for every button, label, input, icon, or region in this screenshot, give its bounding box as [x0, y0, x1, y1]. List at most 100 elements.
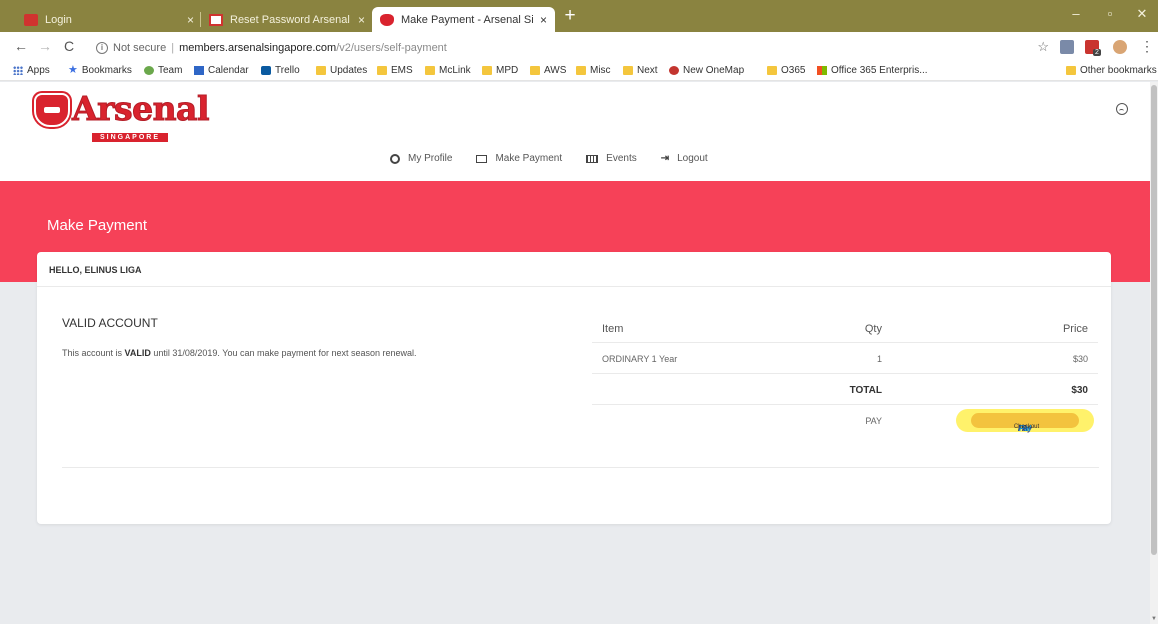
column-header-price: Price — [1062, 323, 1088, 335]
nav-label: Events — [606, 153, 637, 164]
extension-badge: 2 — [1093, 49, 1101, 56]
card-header: HELLO, ELINUS LIGA — [37, 252, 1111, 287]
paypal-checkout-button[interactable]: P Pay Pal Checkout — [971, 413, 1079, 433]
profile-avatar-icon[interactable] — [1113, 40, 1127, 54]
bookmark-label: Updates — [330, 65, 368, 76]
back-button[interactable]: ← — [13, 38, 29, 54]
table-header: Item Qty Price — [592, 314, 1098, 343]
pdf-extension-icon[interactable] — [1060, 40, 1074, 54]
bookmark-office-365[interactable]: Office 365 Enterpris... — [817, 65, 928, 76]
site-header: Arsenal SINGAPORE My Profile Make Paymen… — [0, 82, 1150, 181]
bookmark-misc[interactable]: Misc — [576, 65, 611, 76]
nav-logout[interactable]: ⇥ Logout — [661, 153, 708, 164]
total-label: TOTAL — [849, 385, 882, 396]
folder-icon — [425, 66, 435, 75]
account-text-before: This account is — [62, 348, 125, 358]
account-text-after: until 31/08/2019. You can make payment f… — [150, 348, 417, 358]
bookmark-bookmarks[interactable]: ★ Bookmarks — [68, 65, 132, 77]
bookmark-label: Apps — [27, 65, 50, 76]
column-header-qty: Qty — [864, 323, 882, 335]
order-table: Item Qty Price ORDINARY 1 Year 1 $30 TOT… — [592, 314, 1098, 436]
user-account-icon[interactable] — [1116, 103, 1128, 115]
total-value: $30 — [1071, 385, 1088, 396]
paypal-highlight: P Pay Pal Checkout — [956, 409, 1094, 433]
team-icon — [144, 66, 154, 75]
bookmark-o365[interactable]: O365 — [767, 65, 805, 76]
bookmark-label: Trello — [275, 65, 300, 76]
security-label: Not secure — [113, 41, 167, 54]
minimize-button[interactable]: – — [1061, 6, 1091, 21]
web-page: Arsenal SINGAPORE My Profile Make Paymen… — [0, 82, 1150, 624]
folder-icon — [530, 66, 540, 75]
browser-menu-icon[interactable]: ⋮ — [1140, 38, 1154, 55]
tab-title: Login — [45, 13, 72, 26]
nav-my-profile[interactable]: My Profile — [390, 153, 452, 164]
bookmark-next[interactable]: Next — [623, 65, 658, 76]
scrollbar-thumb[interactable] — [1151, 85, 1157, 555]
tab-login[interactable]: Login × — [16, 7, 202, 32]
payment-card: HELLO, ELINUS LIGA VALID ACCOUNT This ac… — [37, 252, 1111, 524]
arsenal-logo[interactable]: Arsenal SINGAPORE — [34, 89, 210, 149]
close-icon[interactable]: × — [187, 13, 194, 27]
bookmark-trello[interactable]: Trello — [261, 65, 300, 76]
arsenal-favicon-icon — [380, 13, 394, 26]
bookmark-other[interactable]: Other bookmarks — [1066, 65, 1157, 76]
tab-reset-password[interactable]: Reset Password Arsenal Singapo × — [201, 7, 373, 32]
bookmark-new-onemap[interactable]: New OneMap — [669, 65, 744, 76]
bookmark-label: New OneMap — [683, 65, 745, 76]
bookmark-ems[interactable]: EMS — [377, 65, 413, 76]
bookmark-mpd[interactable]: MPD — [482, 65, 518, 76]
bookmark-label: McLink — [439, 65, 471, 76]
close-icon[interactable]: × — [358, 13, 365, 27]
maximize-button[interactable]: ▫ — [1095, 6, 1125, 21]
logout-icon: ⇥ — [660, 153, 670, 164]
calendar-grid-icon — [586, 154, 599, 163]
bookmark-star-icon[interactable]: ☆ — [1037, 39, 1049, 55]
bookmark-calendar[interactable]: Calendar — [194, 65, 249, 76]
id-card-icon — [476, 154, 488, 163]
main-nav: My Profile Make Payment Events ⇥ Logout — [390, 153, 732, 164]
arsenal-crest-icon — [34, 93, 70, 127]
order-price: $30 — [1072, 354, 1088, 364]
info-icon[interactable]: i — [96, 41, 108, 54]
nav-events[interactable]: Events — [586, 153, 637, 164]
close-icon[interactable]: × — [540, 13, 547, 27]
bookmark-label: MPD — [496, 65, 519, 76]
bookmark-label: Next — [637, 65, 658, 76]
trello-icon — [261, 66, 271, 75]
bookmark-label: EMS — [391, 65, 413, 76]
nav-label: Logout — [677, 153, 708, 164]
tab-title: Reset Password Arsenal Singapo — [230, 13, 352, 26]
tab-make-payment[interactable]: Make Payment - Arsenal Singapo × — [372, 7, 555, 32]
apps-icon — [13, 66, 23, 75]
new-tab-button[interactable]: + — [558, 5, 582, 27]
pay-label: PAY — [865, 416, 882, 426]
forward-button[interactable]: → — [37, 38, 53, 54]
folder-icon — [1066, 66, 1076, 75]
url-path: /v2/users/self-payment — [336, 41, 447, 54]
bookmark-aws[interactable]: AWS — [530, 65, 566, 76]
bookmark-label: Office 365 Enterpris... — [831, 65, 928, 76]
bookmark-label: Team — [158, 65, 183, 76]
user-circle-icon — [390, 153, 400, 164]
total-row: TOTAL $30 — [592, 374, 1098, 405]
nav-make-payment[interactable]: Make Payment — [476, 153, 562, 164]
reload-button[interactable]: C — [61, 38, 77, 54]
bookmarks-bar: Apps ★ Bookmarks Team Calendar Trello Upd… — [0, 62, 1158, 81]
column-header-item: Item — [602, 323, 624, 335]
bookmark-team[interactable]: Team — [144, 65, 182, 76]
address-bar[interactable]: i Not secure | members.arsenalsingapore.… — [92, 35, 1057, 60]
scroll-down-icon[interactable]: ▼ — [1151, 616, 1157, 622]
nav-label: My Profile — [408, 153, 453, 164]
close-window-button[interactable]: ✕ — [1127, 6, 1157, 22]
page-scrollbar[interactable]: ▼ — [1150, 82, 1158, 624]
address-separator: | — [171, 41, 175, 54]
browser-tab-strip: Login × Reset Password Arsenal Singapo ×… — [0, 0, 1158, 32]
tab-title: Make Payment - Arsenal Singapo — [401, 13, 534, 26]
account-status-text: This account is VALID until 31/08/2019. … — [62, 348, 417, 358]
bookmark-apps[interactable]: Apps — [13, 65, 50, 76]
bookmark-updates[interactable]: Updates — [316, 65, 367, 76]
paypal-checkout-label: Checkout — [1013, 424, 1040, 430]
bookmark-mclink[interactable]: McLink — [425, 65, 471, 76]
greeting: HELLO, ELINUS LIGA — [49, 265, 142, 275]
